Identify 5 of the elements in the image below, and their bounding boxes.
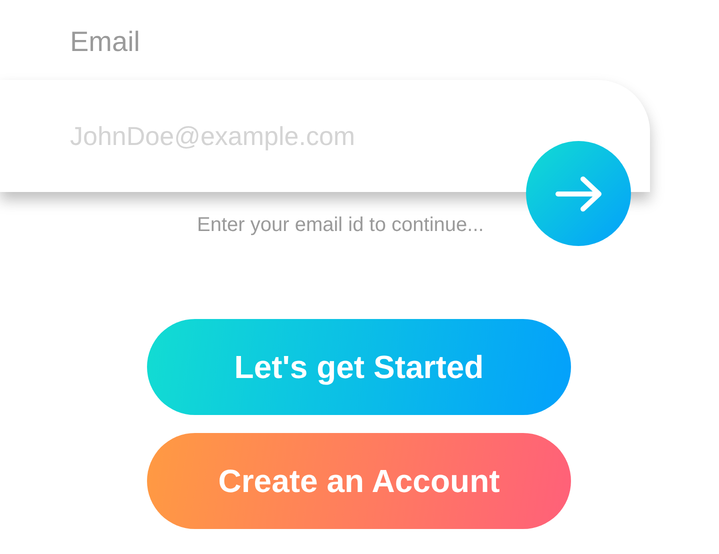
arrow-icon bbox=[554, 176, 602, 212]
email-label: Email bbox=[70, 26, 142, 58]
get-started-button[interactable]: Let's get Started bbox=[147, 319, 571, 415]
create-account-button[interactable]: Create an Account bbox=[147, 433, 571, 529]
hint-text: Enter your email id to continue... bbox=[197, 214, 484, 237]
